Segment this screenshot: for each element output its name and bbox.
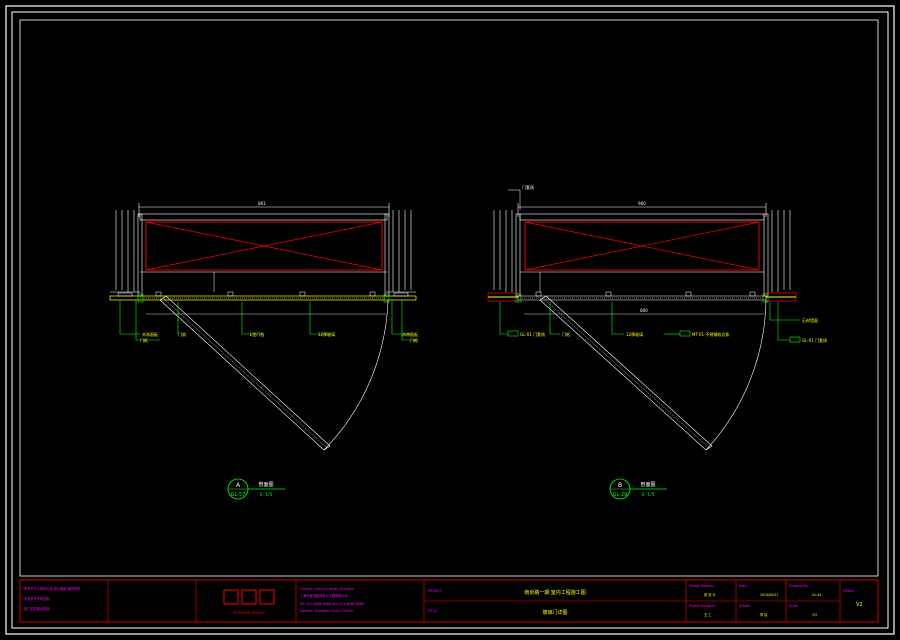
label-b-2: 门框 bbox=[562, 331, 570, 337]
tb-drawer-label: Drawer bbox=[739, 604, 751, 608]
panel-b bbox=[524, 221, 760, 271]
tb-company-3: Tel: 021-6888 8888 Fax: 021-6888 8889 bbox=[299, 602, 364, 606]
tb-pm-label: Project Designer bbox=[689, 604, 716, 608]
panel-a bbox=[145, 221, 383, 271]
tb-dwgno-label: Drawing No. bbox=[789, 584, 809, 588]
drawing-b-scale: S: 1/5 bbox=[641, 492, 654, 498]
section-bubble-b: B GL-29 剖面图 S: 1/5 bbox=[609, 478, 667, 500]
outer-frame bbox=[5, 5, 895, 635]
logo-sub: INTERIOR DESIGN bbox=[233, 611, 265, 615]
right-jamb-b bbox=[763, 210, 791, 297]
title-block: 所有尺寸以现场为准 设计图纸 版权所有 未经许可不得复制 施工前须核对现场 IN… bbox=[19, 579, 879, 623]
bubble-b-ref: GL-29 bbox=[613, 492, 628, 498]
tb-notes-2: 未经许可不得复制 bbox=[24, 596, 50, 601]
drawing-a-scale: S: 1/5 bbox=[259, 492, 272, 498]
door-leaf-b bbox=[539, 295, 767, 451]
label-b-top: 门套线 bbox=[522, 184, 534, 190]
dim-b-mid: 800 bbox=[640, 308, 648, 313]
tb-edition-value: V2 bbox=[856, 602, 863, 608]
label-a-6: 木饰面板 bbox=[402, 331, 418, 337]
left-jamb-a bbox=[110, 210, 143, 297]
tb-project-name: 南京路一期 室内工程施工图 bbox=[524, 589, 586, 596]
tb-scale-label: Scale bbox=[789, 604, 798, 608]
label-a-7: 门框 bbox=[410, 337, 418, 343]
tb-title-label: TITLE bbox=[427, 609, 437, 613]
bubble-b-letter: B bbox=[618, 482, 622, 489]
tb-pm-value: 王 工 bbox=[704, 613, 712, 617]
label-a-3: 门扇 bbox=[178, 331, 186, 337]
company-logo: INTERIOR DESIGN bbox=[223, 589, 275, 615]
right-jamb-a bbox=[384, 210, 416, 297]
tb-scale-value: 1/5 bbox=[812, 613, 817, 617]
tb-notes-1: 所有尺寸以现场为准 设计图纸 版权所有 bbox=[24, 586, 80, 591]
tb-dwgno-value: GL-42 bbox=[812, 593, 821, 597]
section-drawing-a: 861 木饰面板 门框 门扇 L型门档 12厚玻璃 木饰面板 门框 A GL-5… bbox=[109, 201, 418, 500]
dim-a-overall: 861 bbox=[258, 201, 266, 206]
label-a-4: L型门档 bbox=[250, 331, 264, 337]
left-jamb-b bbox=[493, 210, 521, 297]
label-b-5: 石材墙面 bbox=[802, 317, 818, 323]
drawing-a-title: 剖面图 bbox=[258, 481, 273, 488]
tb-company-1: Contact: Interior Design Shanghai bbox=[300, 587, 354, 591]
tb-design-value: 张 设 计 bbox=[704, 592, 716, 597]
label-a-2: 门框 bbox=[140, 337, 148, 343]
label-b-3: 12厚玻璃 bbox=[626, 331, 643, 337]
tb-edition-label: Edition bbox=[843, 589, 854, 593]
cad-drawing-canvas: 861 木饰面板 门框 门扇 L型门档 12厚玻璃 木饰面板 门框 A GL-5… bbox=[5, 5, 895, 635]
tb-date-value: 2014/06/21 bbox=[760, 593, 778, 597]
tb-project-label: PROJECT bbox=[428, 589, 442, 593]
tb-company-2: 上海市室内装饰设计工程有限公司 bbox=[300, 593, 348, 598]
bubble-a-letter: A bbox=[236, 482, 241, 489]
tb-design-label: Design Director bbox=[689, 584, 715, 588]
bubble-a-ref: GL-57 bbox=[231, 492, 246, 498]
section-bubble-a: A GL-57 剖面图 S: 1/5 bbox=[227, 478, 285, 500]
tb-drawing-title: 玻璃门详图 bbox=[542, 609, 567, 616]
tb-notes-3: 施工前须核对现场 bbox=[24, 606, 50, 611]
dim-b-overall: 900 bbox=[638, 201, 646, 206]
label-a-1: 木饰面板 bbox=[142, 331, 158, 337]
tb-drawer-value: 李 绘 bbox=[760, 612, 768, 617]
door-leaf-a bbox=[159, 295, 389, 451]
label-b-4: MT-01 不锈钢收边条 bbox=[692, 331, 729, 337]
leaders-a bbox=[119, 300, 418, 341]
tb-company-4: Address: Shanghai China 200000 bbox=[300, 609, 353, 613]
tb-date-label: Date bbox=[739, 584, 747, 588]
label-b-1: GL-01 门套线 bbox=[520, 331, 545, 337]
label-a-5: 12厚玻璃 bbox=[318, 331, 335, 337]
label-b-6: GL-01 门套线 bbox=[802, 337, 827, 343]
drawing-b-title: 剖面图 bbox=[640, 481, 655, 488]
inner-frame bbox=[11, 11, 889, 629]
section-drawing-b: 门套线 900 800 GL-01 门套线 门框 12厚玻璃 MT-01 不锈钢… bbox=[487, 184, 827, 500]
